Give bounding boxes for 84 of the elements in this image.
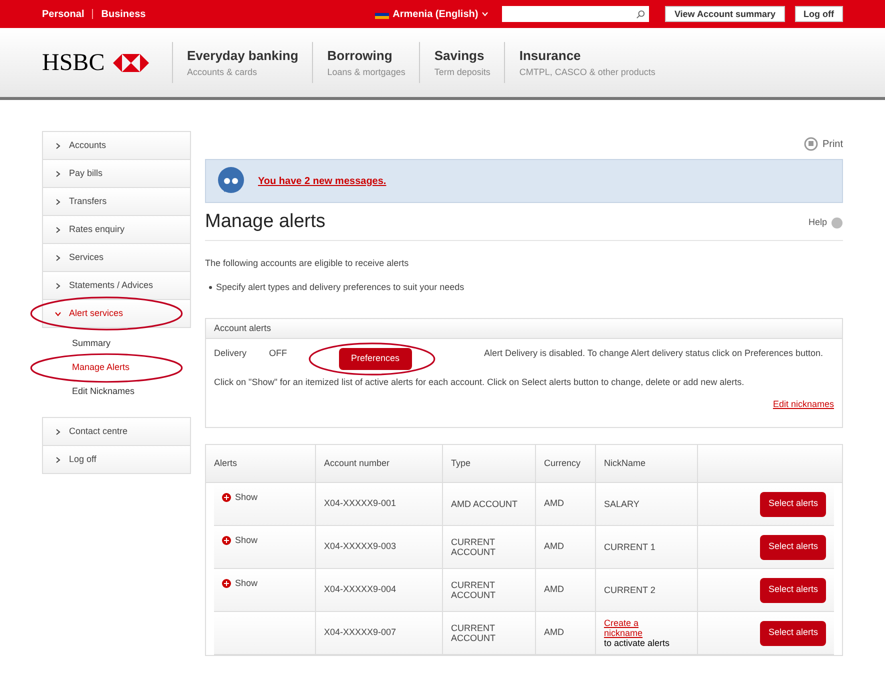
help-link[interactable]: Help: [808, 216, 827, 230]
column-header: Type: [443, 445, 536, 482]
help-icon: [831, 216, 843, 228]
sidebar-item[interactable]: Rates enquiry: [42, 215, 191, 244]
sidebar-item[interactable]: Alert services: [42, 299, 191, 328]
column-header: Currency: [536, 445, 596, 482]
region-selector[interactable]: Armenia (English): [392, 6, 478, 22]
show-toggle[interactable]: Show: [222, 577, 258, 590]
sidebar-item[interactable]: Statements / Advices: [42, 271, 191, 300]
nickname-note: to activate alerts: [604, 638, 671, 648]
logo-text: HSBC: [42, 48, 105, 78]
sidebar-subitem[interactable]: Manage Alerts: [42, 356, 191, 380]
hint-text: Click on "Show" for an itemized list of active alerts for each account. Click on Select alerts button to change, delete or add new alerts.: [214, 376, 746, 389]
bullet-icon: [209, 286, 212, 289]
top-button[interactable]: View Account summary: [665, 6, 784, 22]
table-cell: AMD: [536, 569, 596, 611]
table-cell: AMD: [536, 526, 596, 568]
table-cell: X04-XXXXX9-001: [316, 483, 443, 525]
select-alerts-button[interactable]: Select alerts: [760, 620, 826, 646]
chevron-right-icon: [55, 428, 61, 434]
nav-item[interactable]: Insurance CMTPL, CASCO & other products: [504, 42, 670, 83]
chevron-right-icon: [55, 226, 61, 232]
chevron-right-icon: [55, 142, 61, 148]
create-nickname-link[interactable]: Create a nickname: [604, 618, 654, 638]
sidebar-item[interactable]: Accounts: [42, 131, 191, 160]
table-cell-text: SALARY: [604, 499, 640, 509]
table-cell-text: CURRENT 1: [604, 542, 656, 552]
delivery-value: OFF: [269, 347, 288, 360]
show-toggle[interactable]: Show: [222, 534, 258, 548]
plus-circle-icon: [222, 579, 231, 588]
select-alerts-button[interactable]: Select alerts: [760, 534, 826, 560]
chevron-down-icon: [482, 11, 488, 17]
page-title: Manage alerts: [205, 210, 326, 234]
intro-text: The following accounts are eligible to receive alerts: [205, 257, 410, 270]
chevron-down-icon: [55, 310, 61, 316]
sidebar-item[interactable]: Contact centre: [42, 417, 191, 446]
sidebar-subitem[interactable]: Summary: [42, 332, 191, 356]
table-cell: AMD: [536, 483, 596, 525]
sidebar-item[interactable]: Transfers: [42, 187, 191, 216]
print-link[interactable]: Print: [822, 136, 843, 152]
column-header: Account number: [316, 445, 443, 482]
edit-nicknames-link[interactable]: Edit nicknames: [772, 398, 834, 411]
column-header: NickName: [596, 445, 698, 482]
sidebar-item[interactable]: Services: [42, 243, 191, 272]
separator-icon: [92, 9, 94, 19]
segment-link[interactable]: Personal: [42, 6, 84, 22]
column-header: Alerts: [206, 445, 316, 482]
top-button[interactable]: Log off: [794, 6, 843, 22]
nav-item[interactable]: Savings Term deposits: [419, 42, 504, 83]
messages-link[interactable]: You have 2 new messages.: [258, 174, 386, 188]
preferences-button[interactable]: Preferences: [339, 348, 412, 370]
delivery-label: Delivery: [214, 347, 248, 360]
select-alerts-button[interactable]: Select alerts: [760, 578, 826, 602]
nav-item[interactable]: Borrowing Loans & mortgages: [312, 42, 420, 83]
sidebar-subitem[interactable]: Edit Nicknames: [42, 380, 191, 404]
segment-link[interactable]: Business: [101, 6, 146, 22]
table-cell: AMD: [536, 612, 596, 654]
chevron-right-icon: [55, 198, 61, 204]
bullet-text: Specify alert types and delivery preferences to suit your needs: [216, 280, 464, 294]
nav-item[interactable]: Everyday banking Accounts & cards: [172, 42, 312, 83]
table-cell-text: CURRENT 2: [604, 585, 656, 595]
hexagon-logo-icon: [112, 54, 149, 72]
quote-bubble-icon: [216, 166, 246, 196]
panel-heading: Account alerts: [214, 322, 272, 335]
chevron-right-icon: [55, 282, 61, 288]
chevron-right-icon: [55, 254, 61, 260]
table-cell: X04-XXXXX9-004: [316, 569, 443, 611]
search-field[interactable]: [502, 6, 650, 22]
table-cell: CURRENT ACCOUNT: [443, 612, 536, 654]
table-cell: CURRENT ACCOUNT: [443, 526, 536, 568]
chevron-right-icon: [55, 456, 61, 462]
delivery-status-text: Alert Delivery is disabled. To change Alert delivery status click on Preferences button.: [484, 347, 824, 360]
table-cell: X04-XXXXX9-003: [316, 526, 443, 568]
table-cell: X04-XXXXX9-007: [316, 612, 443, 654]
chevron-right-icon: [55, 170, 61, 176]
search-icon: [636, 10, 646, 18]
table-cell: AMD ACCOUNT: [443, 483, 536, 525]
table-cell: CURRENT ACCOUNT: [443, 569, 536, 611]
sidebar-item[interactable]: Pay bills: [42, 159, 191, 188]
plus-circle-icon: [222, 536, 231, 546]
plus-circle-icon: [222, 493, 231, 502]
sidebar-item[interactable]: Log off: [42, 445, 191, 474]
show-toggle[interactable]: Show: [222, 491, 258, 504]
select-alerts-button[interactable]: Select alerts: [760, 492, 826, 516]
